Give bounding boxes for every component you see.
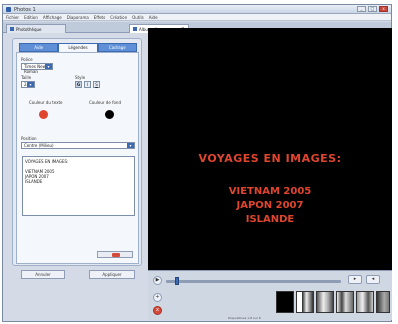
confirm-button[interactable] (97, 251, 133, 258)
font-select[interactable]: Times New Roman ▾ (21, 63, 53, 74)
italic-button[interactable]: I (84, 81, 91, 88)
position-label: Position (21, 136, 37, 141)
preview-line: VIETNAM 2005 (228, 186, 312, 197)
panel-body: Police Times New Roman ▾ Taille 24 ▾ Sty… (16, 52, 139, 279)
timeline-slider-thumb[interactable] (174, 277, 179, 285)
close-button[interactable]: x (379, 6, 388, 12)
text-color-label: Couleur du texte (29, 100, 63, 105)
app-icon (6, 7, 11, 12)
menu-bar: Fichier Edition Affichage Diaporama Effe… (3, 14, 391, 21)
tab-captions[interactable]: Légendes (58, 43, 98, 52)
timeline-panel: ▶ ▸ ◂ + x Diapositives 1-8 sur 8 (148, 270, 392, 320)
preview-title: VOYAGES EN IMAGES: (198, 152, 342, 165)
font-label: Police (21, 57, 33, 62)
remove-slide-button[interactable]: x (153, 306, 162, 315)
menu-view[interactable]: Affichage (43, 15, 62, 20)
maximize-button[interactable]: □ (368, 6, 377, 12)
apply-button[interactable]: Appliquer (89, 270, 135, 279)
slide-thumbnail[interactable] (276, 291, 294, 313)
caption-textarea[interactable]: VOYAGES EN IMAGES: VIETNAM 2005 JAPON 20… (22, 156, 135, 216)
minimize-button[interactable]: _ (357, 6, 366, 12)
position-select[interactable]: Centre (Milieu) ▾ (21, 142, 135, 149)
tab-framing[interactable]: Cadrage (97, 43, 137, 52)
preview-line: JAPON 2007 (236, 200, 304, 211)
bg-color-swatch[interactable] (105, 110, 114, 119)
chevron-down-icon: ▾ (45, 64, 52, 69)
size-select[interactable]: 24 ▾ (21, 81, 35, 88)
slide-thumbnail[interactable] (336, 291, 354, 313)
timeline-slider-track[interactable] (166, 280, 341, 283)
menu-help[interactable]: Aide (149, 15, 158, 20)
slideshow-icon (133, 27, 137, 31)
position-value: Centre (Milieu) (24, 143, 54, 148)
add-slide-button[interactable]: + (153, 293, 162, 302)
text-color-swatch[interactable] (39, 110, 48, 119)
menu-tools[interactable]: Outils (132, 15, 144, 20)
play-button[interactable]: ▶ (153, 276, 162, 285)
menu-slideshow[interactable]: Diaporama (67, 15, 89, 20)
menu-create[interactable]: Création (110, 15, 127, 20)
slide-thumbnail[interactable] (316, 291, 334, 313)
menu-edit[interactable]: Edition (24, 15, 38, 20)
cancel-button[interactable]: Annuler (21, 270, 65, 279)
preview-line: ISLANDE (245, 214, 295, 225)
caption-panel: Aide Légendes Cadrage Police Times New R… (12, 38, 142, 279)
bold-button[interactable]: G (75, 81, 82, 88)
tab-library-label: Photothèque (16, 26, 42, 32)
style-label: Style (75, 75, 86, 80)
underline-button[interactable]: S (93, 81, 100, 88)
slide-thumbnail[interactable] (296, 291, 314, 313)
slide-thumbnail[interactable] (356, 291, 374, 313)
bg-color-label: Couleur de fond (89, 100, 121, 105)
caption-line: ISLANDE (25, 179, 43, 184)
window-title: Photos 1 (14, 7, 36, 13)
library-icon (10, 27, 14, 31)
font-value: Times New Roman (24, 64, 46, 74)
chevron-down-icon: ▾ (27, 82, 34, 87)
panel-tabs: Aide Légendes Cadrage (19, 43, 137, 52)
zoom-in-button[interactable]: ▸ (348, 275, 362, 284)
tab-help[interactable]: Aide (19, 43, 59, 52)
menu-effects[interactable]: Effets (94, 15, 105, 20)
menu-file[interactable]: Fichier (6, 15, 19, 20)
size-label: Taille (21, 75, 32, 80)
title-bar: Photos 1 _ □ x (3, 5, 391, 14)
zoom-out-button[interactable]: ◂ (366, 275, 380, 284)
slide-preview: VOYAGES EN IMAGES: VIETNAM 2005 JAPON 20… (148, 28, 392, 270)
confirm-icon (112, 253, 120, 257)
tab-library[interactable]: Photothèque (6, 24, 66, 33)
status-text: Diapositives 1-8 sur 8 (228, 316, 261, 320)
slide-thumbnail[interactable] (376, 291, 390, 313)
chevron-down-icon: ▾ (127, 143, 134, 148)
